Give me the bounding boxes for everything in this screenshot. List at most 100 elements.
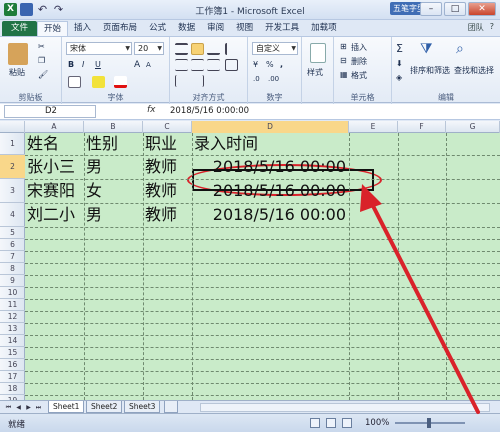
row-header-9[interactable]: 9 xyxy=(0,275,25,287)
sheet-tab-1[interactable]: Sheet1 xyxy=(48,401,85,413)
cell-d1[interactable]: 录入时间 xyxy=(194,133,258,155)
maximize-button[interactable]: □ xyxy=(444,2,466,16)
row-header-12[interactable]: 12 xyxy=(0,311,25,323)
horizontal-scrollbar[interactable] xyxy=(200,403,490,412)
cell-area[interactable]: 姓名 性别 职业 录入时间 张小三男教师 2018/5/16 00:00 宋赛阳女教师 201… xyxy=(25,133,500,400)
worksheet-grid[interactable]: ABCDEFG 1234567891011121314151617181920 … xyxy=(0,121,500,400)
tab-home[interactable]: 开始 xyxy=(37,21,69,36)
cell-b1[interactable]: 性别 xyxy=(86,133,118,155)
sheet-tab-2[interactable]: Sheet2 xyxy=(86,401,123,413)
styles-button[interactable]: 样式 xyxy=(307,67,323,78)
zoom-slider-thumb[interactable] xyxy=(427,418,431,428)
column-header-a[interactable]: A xyxy=(25,121,84,133)
cell-c2[interactable]: 教师 xyxy=(145,156,177,178)
page-break-view-icon[interactable] xyxy=(342,418,352,428)
row-header-7[interactable]: 7 xyxy=(0,251,25,263)
close-button[interactable]: ✕ xyxy=(468,2,496,16)
column-header-d[interactable]: D xyxy=(192,121,349,133)
find-select-button[interactable]: 查找和选择 xyxy=(454,65,494,76)
row-header-2[interactable]: 2 xyxy=(0,155,25,179)
row-header-8[interactable]: 8 xyxy=(0,263,25,275)
tab-addins[interactable]: 加载项 xyxy=(305,21,343,36)
minimize-button[interactable]: – xyxy=(420,2,442,16)
formula-input[interactable]: 2018/5/16 0:00:00 xyxy=(170,106,249,116)
cell-c1[interactable]: 职业 xyxy=(145,133,177,155)
fill-color-icon[interactable] xyxy=(92,76,105,88)
row-header-18[interactable]: 18 xyxy=(0,383,25,395)
increase-indent-icon[interactable] xyxy=(191,75,204,87)
delete-cells-button[interactable]: 删除 xyxy=(351,56,367,67)
sort-filter-button[interactable]: 排序和筛选 xyxy=(410,65,450,76)
row-header-14[interactable]: 14 xyxy=(0,335,25,347)
last-sheet-icon[interactable]: ⏭ xyxy=(34,403,43,412)
styles-icon[interactable] xyxy=(310,43,326,63)
sheet-tab-3[interactable]: Sheet3 xyxy=(124,401,161,413)
font-name-select[interactable]: 宋体 ▼ xyxy=(66,42,132,55)
cell-a1[interactable]: 姓名 xyxy=(27,133,59,155)
cell-b2[interactable]: 男 xyxy=(86,156,102,178)
paste-button[interactable]: 粘贴 xyxy=(9,67,25,78)
column-header-c[interactable]: C xyxy=(143,121,192,133)
delete-cells-icon[interactable]: ⊟ xyxy=(340,56,347,65)
cell-d2[interactable]: 2018/5/16 00:00 xyxy=(192,156,346,178)
decrease-decimal-icon[interactable]: .00 xyxy=(268,75,279,83)
tab-developer[interactable]: 开发工具 xyxy=(259,21,305,36)
sort-filter-icon[interactable]: ⧩ xyxy=(420,41,433,57)
underline-button[interactable]: U xyxy=(95,60,101,69)
align-middle-icon[interactable] xyxy=(191,43,204,55)
row-header-6[interactable]: 6 xyxy=(0,239,25,251)
decrease-indent-icon[interactable] xyxy=(175,75,188,87)
autosum-icon[interactable]: Σ xyxy=(396,42,403,55)
tab-insert[interactable]: 插入 xyxy=(68,21,97,36)
format-cells-button[interactable]: 格式 xyxy=(351,70,367,81)
column-header-b[interactable]: B xyxy=(84,121,143,133)
row-header-11[interactable]: 11 xyxy=(0,299,25,311)
shrink-font-button[interactable]: A xyxy=(146,61,151,69)
increase-decimal-icon[interactable]: .0 xyxy=(253,75,260,83)
comma-button[interactable]: , xyxy=(280,60,283,69)
tab-view[interactable]: 视图 xyxy=(230,21,259,36)
prev-sheet-icon[interactable]: ◀ xyxy=(14,403,23,412)
column-header-e[interactable]: E xyxy=(349,121,398,133)
tab-page-layout[interactable]: 页面布局 xyxy=(97,21,143,36)
row-header-10[interactable]: 10 xyxy=(0,287,25,299)
orientation-icon[interactable] xyxy=(225,43,238,55)
align-bottom-icon[interactable] xyxy=(207,43,220,55)
format-cells-icon[interactable]: ▦ xyxy=(340,70,348,79)
tab-team[interactable]: 团队 xyxy=(468,22,484,33)
tab-data[interactable]: 数据 xyxy=(172,21,201,36)
cell-b3[interactable]: 女 xyxy=(86,180,102,202)
bold-button[interactable]: B xyxy=(68,60,74,69)
tab-review[interactable]: 审阅 xyxy=(201,21,230,36)
tab-formulas[interactable]: 公式 xyxy=(143,21,172,36)
grow-font-button[interactable]: A xyxy=(134,60,140,70)
row-header-16[interactable]: 16 xyxy=(0,359,25,371)
cell-c4[interactable]: 教师 xyxy=(145,204,177,226)
currency-icon[interactable]: ¥ xyxy=(253,60,258,69)
normal-view-icon[interactable] xyxy=(310,418,320,428)
border-icon[interactable] xyxy=(68,76,81,88)
cell-a2[interactable]: 张小三 xyxy=(27,156,75,178)
paste-icon[interactable] xyxy=(8,43,28,65)
row-header-1[interactable]: 1 xyxy=(0,133,25,155)
insert-cells-icon[interactable]: ⊞ xyxy=(340,42,347,51)
fill-icon[interactable]: ⬇ xyxy=(396,59,403,68)
align-center-icon[interactable] xyxy=(191,59,204,71)
column-header-f[interactable]: F xyxy=(398,121,446,133)
percent-button[interactable]: % xyxy=(266,60,274,69)
align-left-icon[interactable] xyxy=(175,59,188,71)
format-painter-icon[interactable]: 🖌 xyxy=(38,70,48,79)
font-color-icon[interactable] xyxy=(114,76,127,88)
tab-file[interactable]: 文件 xyxy=(2,21,38,36)
font-size-select[interactable]: 20 ▼ xyxy=(134,42,164,55)
zoom-level[interactable]: 100% xyxy=(365,418,389,428)
next-sheet-icon[interactable]: ▶ xyxy=(24,403,33,412)
row-header-5[interactable]: 5 xyxy=(0,227,25,239)
insert-cells-button[interactable]: 插入 xyxy=(351,42,367,53)
cell-a3[interactable]: 宋赛阳 xyxy=(27,180,75,202)
page-layout-view-icon[interactable] xyxy=(326,418,336,428)
italic-button[interactable]: I xyxy=(82,60,84,69)
number-format-select[interactable]: 自定义 ▼ xyxy=(252,42,298,55)
first-sheet-icon[interactable]: ⏮ xyxy=(4,403,13,412)
find-select-icon[interactable]: ⌕ xyxy=(456,41,464,57)
